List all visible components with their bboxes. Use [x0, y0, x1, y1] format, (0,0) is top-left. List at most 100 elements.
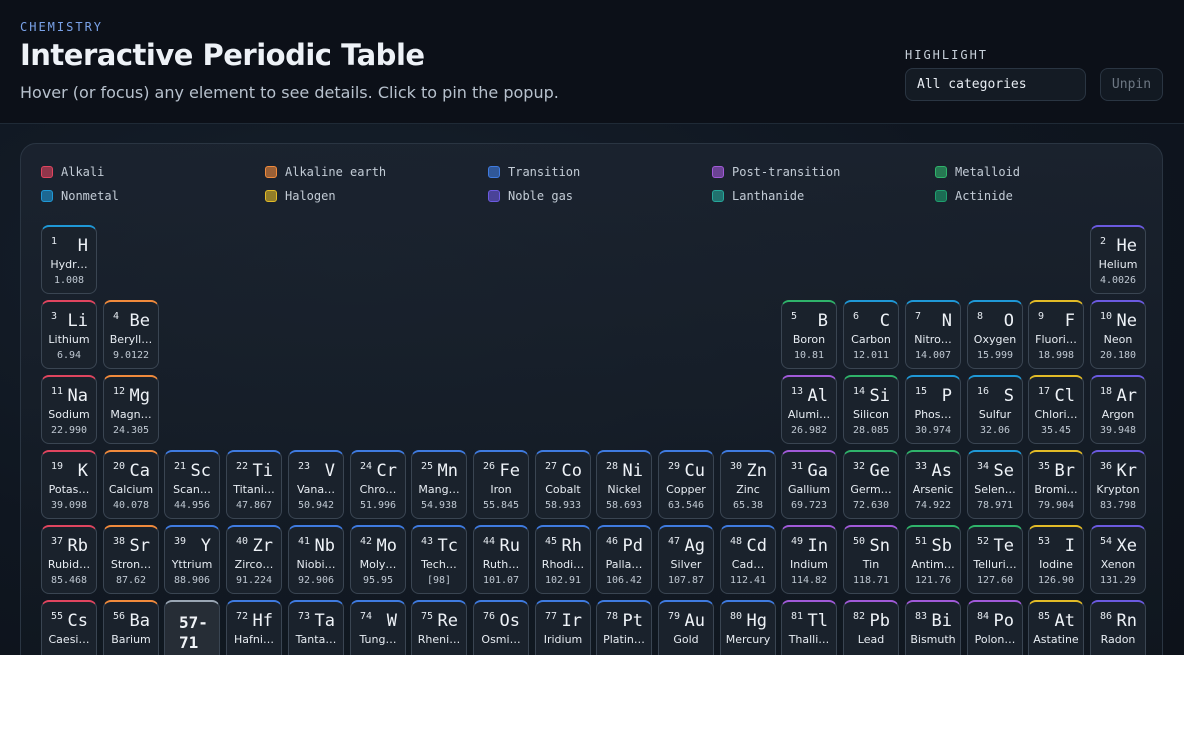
- element-tile-ru[interactable]: 44 Ru Ruth… 101.07: [473, 525, 529, 594]
- atomic-weight: 85.468: [50, 575, 88, 586]
- element-tile-he[interactable]: 2 He Helium 4.0026: [1090, 225, 1146, 294]
- atomic-number: 75: [421, 611, 434, 622]
- element-tile-br[interactable]: 35 Br Bromi… 79.904: [1028, 450, 1084, 519]
- element-tile-au[interactable]: 79 Au Gold: [658, 600, 714, 655]
- element-tile-al[interactable]: 13 Al Alumi… 26.982: [781, 375, 837, 444]
- element-tile-b[interactable]: 5 B Boron 10.81: [781, 300, 837, 369]
- legend-item-alkali: Alkali: [41, 164, 104, 180]
- element-tile-na[interactable]: 11 Na Sodium 22.990: [41, 375, 97, 444]
- element-tile-ba[interactable]: 56 Ba Barium: [103, 600, 159, 655]
- element-tile-ca[interactable]: 20 Ca Calcium 40.078: [103, 450, 159, 519]
- element-tile-ga[interactable]: 31 Ga Gallium 69.723: [781, 450, 837, 519]
- element-tile-mn[interactable]: 25 Mn Mang… 54.938: [411, 450, 467, 519]
- element-tile-f[interactable]: 9 F Fluori… 18.998: [1028, 300, 1084, 369]
- element-tile-pt[interactable]: 78 Pt Platin…: [596, 600, 652, 655]
- element-tile-po[interactable]: 84 Po Polon…: [967, 600, 1023, 655]
- element-tile-cu[interactable]: 29 Cu Copper 63.546: [658, 450, 714, 519]
- element-tile-rn[interactable]: 86 Rn Radon: [1090, 600, 1146, 655]
- element-symbol: Ba: [129, 611, 150, 631]
- element-tile-pb[interactable]: 82 Pb Lead: [843, 600, 899, 655]
- element-tile-s[interactable]: 16 S Sulfur 32.06: [967, 375, 1023, 444]
- element-tile-sb[interactable]: 51 Sb Antim… 121.76: [905, 525, 961, 594]
- element-tile-p[interactable]: 15 P Phos… 30.974: [905, 375, 961, 444]
- atomic-number: 5: [791, 311, 798, 322]
- atomic-number: 38: [113, 536, 126, 547]
- element-tile-y[interactable]: 39 Y Yttrium 88.906: [164, 525, 220, 594]
- atomic-number: 27: [545, 461, 558, 472]
- element-tile-cd[interactable]: 48 Cd Cad… 112.41: [720, 525, 776, 594]
- element-tile-k[interactable]: 19 K Potas… 39.098: [41, 450, 97, 519]
- element-range-tile[interactable]: 57- 71: [164, 600, 220, 655]
- element-tile-ar[interactable]: 18 Ar Argon 39.948: [1090, 375, 1146, 444]
- element-tile-cr[interactable]: 24 Cr Chro… 51.996: [350, 450, 406, 519]
- element-tile-re[interactable]: 75 Re Rheni…: [411, 600, 467, 655]
- element-tile-sc[interactable]: 21 Sc Scan… 44.956: [164, 450, 220, 519]
- element-tile-as[interactable]: 33 As Arsenic 74.922: [905, 450, 961, 519]
- unpin-button[interactable]: Unpin: [1100, 68, 1163, 101]
- element-tile-be[interactable]: 4 Be Beryll… 9.0122: [103, 300, 159, 369]
- atomic-number: 4: [113, 311, 120, 322]
- element-symbol: Rh: [561, 536, 582, 556]
- element-tile-h[interactable]: 1 H Hydr… 1.008: [41, 225, 97, 294]
- element-tile-ge[interactable]: 32 Ge Germ… 72.630: [843, 450, 899, 519]
- element-tile-ne[interactable]: 10 Ne Neon 20.180: [1090, 300, 1146, 369]
- element-symbol: Cr: [376, 461, 397, 481]
- element-tile-ti[interactable]: 22 Ti Titani… 47.867: [226, 450, 282, 519]
- element-tile-i[interactable]: 53 I Iodine 126.90: [1028, 525, 1084, 594]
- atomic-number: 49: [791, 536, 804, 547]
- element-tile-hf[interactable]: 72 Hf Hafni…: [226, 600, 282, 655]
- element-tile-tl[interactable]: 81 Tl Thalli…: [781, 600, 837, 655]
- element-tile-mo[interactable]: 42 Mo Moly… 95.95: [350, 525, 406, 594]
- element-tile-fe[interactable]: 26 Fe Iron 55.845: [473, 450, 529, 519]
- element-tile-at[interactable]: 85 At Astatine: [1028, 600, 1084, 655]
- element-tile-bi[interactable]: 83 Bi Bismuth: [905, 600, 961, 655]
- element-name: Tanta…: [295, 633, 337, 646]
- element-tile-rh[interactable]: 45 Rh Rhodi… 102.91: [535, 525, 591, 594]
- element-tile-ir[interactable]: 77 Ir Iridium: [535, 600, 591, 655]
- element-tile-zn[interactable]: 30 Zn Zinc 65.38: [720, 450, 776, 519]
- element-tile-li[interactable]: 3 Li Lithium 6.94: [41, 300, 97, 369]
- element-tile-hg[interactable]: 80 Hg Mercury: [720, 600, 776, 655]
- element-name: Silver: [670, 558, 702, 571]
- element-tile-xe[interactable]: 54 Xe Xenon 131.29: [1090, 525, 1146, 594]
- atomic-weight: 69.723: [790, 500, 828, 511]
- element-tile-kr[interactable]: 36 Kr Krypton 83.798: [1090, 450, 1146, 519]
- element-tile-o[interactable]: 8 O Oxygen 15.999: [967, 300, 1023, 369]
- element-tile-w[interactable]: 74 W Tung…: [350, 600, 406, 655]
- element-tile-sr[interactable]: 38 Sr Stron… 87.62: [103, 525, 159, 594]
- element-tile-cl[interactable]: 17 Cl Chlori… 35.45: [1028, 375, 1084, 444]
- legend-label: Noble gas: [508, 189, 574, 203]
- element-tile-n[interactable]: 7 N Nitro… 14.007: [905, 300, 961, 369]
- element-tile-si[interactable]: 14 Si Silicon 28.085: [843, 375, 899, 444]
- element-tile-sn[interactable]: 50 Sn Tin 118.71: [843, 525, 899, 594]
- element-tile-v[interactable]: 23 V Vana… 50.942: [288, 450, 344, 519]
- element-symbol: Rb: [67, 536, 88, 556]
- element-name: Chlori…: [1034, 408, 1078, 421]
- element-tile-in[interactable]: 49 In Indium 114.82: [781, 525, 837, 594]
- element-tile-te[interactable]: 52 Te Telluri… 127.60: [967, 525, 1023, 594]
- element-tile-c[interactable]: 6 C Carbon 12.011: [843, 300, 899, 369]
- element-name: Boron: [792, 333, 826, 346]
- legend-swatch: [41, 190, 53, 202]
- element-tile-tc[interactable]: 43 Tc Tech… [98]: [411, 525, 467, 594]
- element-tile-se[interactable]: 34 Se Selen… 78.971: [967, 450, 1023, 519]
- element-tile-ag[interactable]: 47 Ag Silver 107.87: [658, 525, 714, 594]
- atomic-weight: 112.41: [729, 575, 767, 586]
- element-tile-co[interactable]: 27 Co Cobalt 58.933: [535, 450, 591, 519]
- highlight-select[interactable]: All categories: [905, 68, 1086, 101]
- element-name: Fluori…: [1035, 333, 1077, 346]
- legend-label: Post-transition: [732, 165, 841, 179]
- atomic-number: 78: [606, 611, 619, 622]
- element-name: Iron: [490, 483, 512, 496]
- element-tile-nb[interactable]: 41 Nb Niobi… 92.906: [288, 525, 344, 594]
- atomic-weight: 39.948: [1099, 425, 1137, 436]
- element-tile-mg[interactable]: 12 Mg Magn… 24.305: [103, 375, 159, 444]
- element-tile-rb[interactable]: 37 Rb Rubid… 85.468: [41, 525, 97, 594]
- element-name: Carbon: [851, 333, 891, 346]
- element-tile-zr[interactable]: 40 Zr Zirco… 91.224: [226, 525, 282, 594]
- element-tile-ni[interactable]: 28 Ni Nickel 58.693: [596, 450, 652, 519]
- element-tile-os[interactable]: 76 Os Osmi…: [473, 600, 529, 655]
- element-tile-pd[interactable]: 46 Pd Palla… 106.42: [596, 525, 652, 594]
- element-tile-cs[interactable]: 55 Cs Caesi…: [41, 600, 97, 655]
- element-tile-ta[interactable]: 73 Ta Tanta…: [288, 600, 344, 655]
